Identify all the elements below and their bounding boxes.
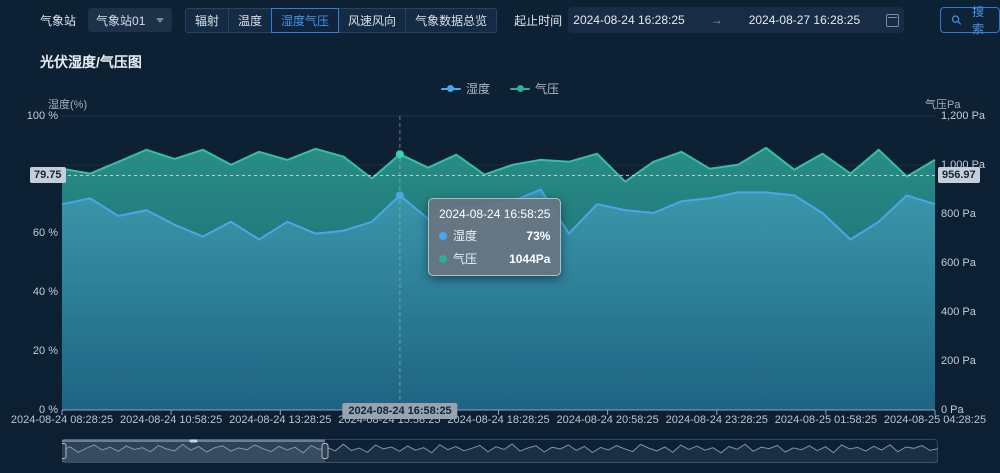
legend-label: 气压 xyxy=(535,80,559,97)
range-start-value[interactable]: 2024-08-24 16:28:25 xyxy=(573,13,684,27)
x-axis-tick-label: 2024-08-24 10:58:25 xyxy=(120,414,222,426)
pressure-highlight-dot[interactable] xyxy=(396,150,404,158)
slider-move-handle-icon[interactable] xyxy=(190,440,198,443)
tooltip-series-name: 气压 xyxy=(453,250,477,267)
datazoom-slider[interactable] xyxy=(62,439,938,463)
legend-marker-icon xyxy=(510,88,530,90)
left-axis-tick-label: 40 % xyxy=(0,286,58,298)
tab-wind[interactable]: 风速风向 xyxy=(338,8,406,33)
x-axis-tick-label: 2024-08-25 04:28:25 xyxy=(884,414,986,426)
x-axis-tick-label: 2024-08-24 08:28:25 xyxy=(11,414,113,426)
tab-temperature[interactable]: 温度 xyxy=(228,8,272,33)
tab-humidity-pressure[interactable]: 湿度气压 xyxy=(271,8,339,33)
search-button-label: 搜索 xyxy=(967,3,989,37)
x-axis-tick-label: 2024-08-24 20:58:25 xyxy=(557,414,659,426)
left-axis-tick-label: 20 % xyxy=(0,345,58,357)
humidity-highlight-dot[interactable] xyxy=(396,191,404,199)
tooltip-title: 2024-08-24 16:58:25 xyxy=(439,207,550,221)
legend-item-气压[interactable]: 气压 xyxy=(510,80,559,97)
station-select[interactable]: 气象站01 xyxy=(88,8,172,32)
x-axis-tick-label: 2024-08-25 01:58:25 xyxy=(775,414,877,426)
tooltip: 2024-08-24 16:58:25 湿度 73% 气压 1044Pa xyxy=(428,198,561,276)
left-axis-tick-label: 0 % xyxy=(0,404,58,416)
right-axis-tick-label: 600 Pa xyxy=(941,257,976,269)
humidity-markline-badge: 79.75 xyxy=(30,167,66,183)
range-arrow-icon: → xyxy=(711,13,723,27)
tab-overview[interactable]: 气象数据总览 xyxy=(405,8,497,33)
topbar: 气象站 气象站01 辐射 温度 湿度气压 风速风向 气象数据总览 起止时间 20… xyxy=(0,0,1000,40)
slider-selection[interactable] xyxy=(62,440,325,462)
slider-left-handle[interactable] xyxy=(62,444,66,459)
view-tabs: 辐射 温度 湿度气压 风速风向 气象数据总览 xyxy=(185,8,497,33)
station-label: 气象站 xyxy=(40,12,76,29)
legend-label: 湿度 xyxy=(466,80,490,97)
axis-pointer-label: 2024-08-24 16:58:25 xyxy=(342,403,457,419)
tooltip-row: 湿度 73% xyxy=(439,227,550,244)
weather-dashboard: 气象站 气象站01 辐射 温度 湿度气压 风速风向 气象数据总览 起止时间 20… xyxy=(0,0,1000,473)
left-axis-tick-label: 100 % xyxy=(0,110,58,122)
legend-item-湿度[interactable]: 湿度 xyxy=(441,80,490,97)
right-axis-tick-label: 0 Pa xyxy=(941,404,964,416)
pressure-markline-badge: 956.97 xyxy=(938,167,980,183)
chart-title: 光伏湿度/气压图 xyxy=(40,52,142,72)
series-dot-icon xyxy=(439,255,447,263)
range-label: 起止时间 xyxy=(514,12,562,29)
tooltip-series-name: 湿度 xyxy=(453,227,477,244)
series-dot-icon xyxy=(439,232,447,240)
x-axis-tick-label: 2024-08-24 13:28:25 xyxy=(229,414,331,426)
chevron-down-icon xyxy=(156,18,164,23)
legend-marker-icon xyxy=(441,88,461,90)
tooltip-series-value: 73% xyxy=(510,229,550,243)
slider-right-handle[interactable] xyxy=(322,444,328,459)
search-button[interactable]: 搜索 xyxy=(940,7,1000,33)
right-axis-tick-label: 400 Pa xyxy=(941,306,976,318)
x-axis-tick-label: 2024-08-24 23:28:25 xyxy=(666,414,768,426)
date-range-picker[interactable]: 2024-08-24 16:28:25 → 2024-08-27 16:28:2… xyxy=(568,7,904,33)
range-end-value[interactable]: 2024-08-27 16:28:25 xyxy=(749,13,860,27)
legend: 湿度 气压 xyxy=(0,80,1000,97)
station-select-value: 气象站01 xyxy=(96,12,145,29)
right-axis-tick-label: 1,200 Pa xyxy=(941,110,985,122)
right-axis-tick-label: 200 Pa xyxy=(941,355,976,367)
x-axis-tick-label: 2024-08-24 18:28:25 xyxy=(447,414,549,426)
tooltip-series-value: 1044Pa xyxy=(493,252,550,266)
left-axis-tick-label: 60 % xyxy=(0,227,58,239)
search-icon xyxy=(951,14,962,26)
tooltip-row: 气压 1044Pa xyxy=(439,250,550,267)
calendar-icon[interactable] xyxy=(886,14,899,27)
right-axis-tick-label: 800 Pa xyxy=(941,208,976,220)
tab-radiation[interactable]: 辐射 xyxy=(185,8,229,33)
